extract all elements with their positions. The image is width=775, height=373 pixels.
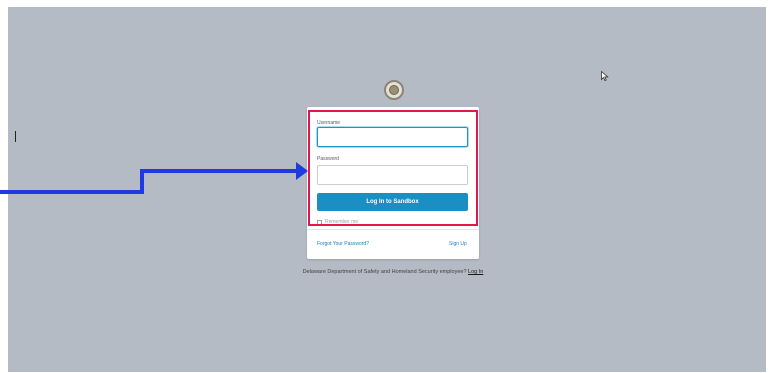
remember-me-row[interactable]: Remember me [317,218,358,226]
username-label: Username [317,120,341,126]
sign-up-link[interactable]: Sign Up [449,241,467,247]
annotation-arrow [0,162,308,194]
forgot-password-link[interactable]: Forgot Your Password? [317,241,369,247]
username-input[interactable] [317,127,468,147]
seal-center [389,85,399,95]
employee-login-text: Delaware Department of Safety and Homela… [300,268,486,276]
employee-login-link[interactable]: Log In [468,269,483,275]
password-label: Password [317,156,339,162]
remember-me-checkbox[interactable] [317,219,322,225]
password-input[interactable] [317,165,468,185]
remember-me-label: Remember me [325,219,359,225]
login-to-sandbox-button[interactable]: Log In to Sandbox [317,193,468,211]
mouse-pointer-icon [601,71,609,81]
employee-question: Delaware Department of Safety and Homela… [302,269,467,275]
state-seal-icon [384,80,404,100]
card-divider [307,229,479,230]
